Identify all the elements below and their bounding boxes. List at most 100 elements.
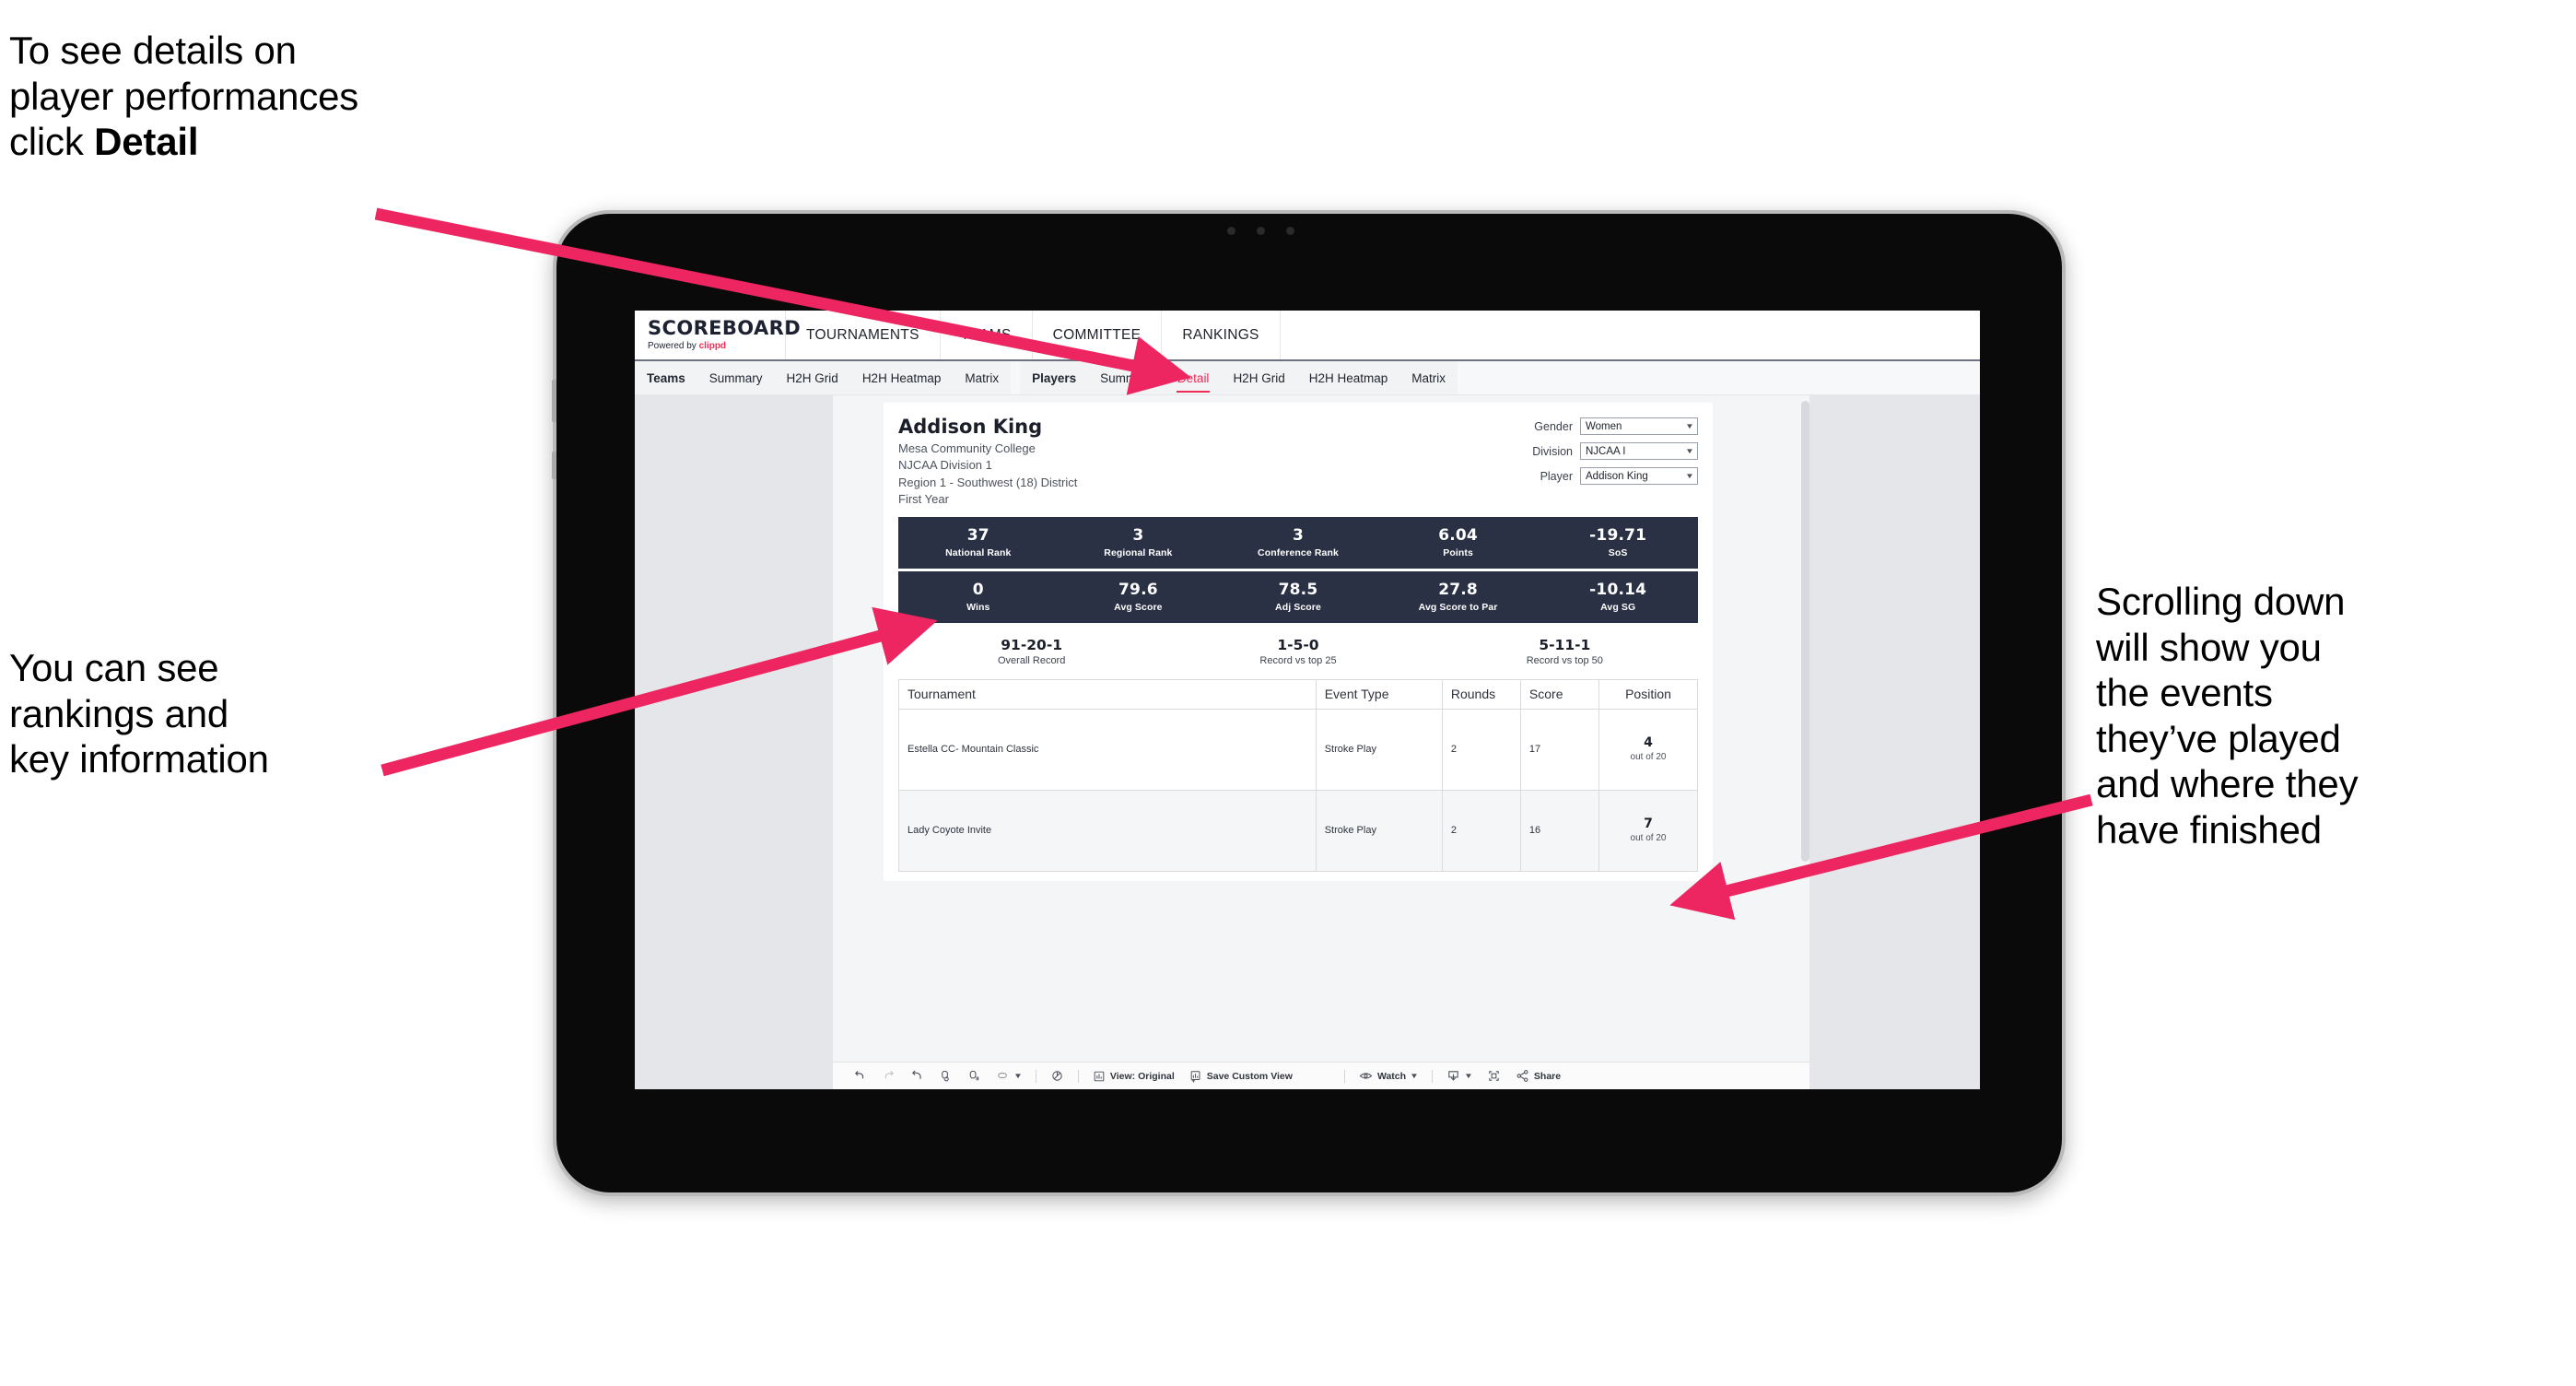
workspace: Addison King Mesa Community College NJCA…	[635, 395, 1980, 1089]
player-school: Mesa Community College	[898, 441, 1036, 455]
tournament-results-table: Tournament Event Type Rounds Score Posit…	[898, 678, 1699, 872]
slide-canvas: To see details on player performances cl…	[0, 0, 2576, 1386]
subnav-item-players-h2h-grid[interactable]: H2H Grid	[1221, 361, 1296, 394]
watch-button[interactable]: Watch ▼	[1352, 1069, 1425, 1083]
records-row: 91-20-1 Overall Record 1-5-0 Record vs t…	[898, 623, 1698, 679]
position-field-size: out of 20	[1630, 833, 1667, 844]
brand-logo[interactable]: SCOREBOARD Powered by clippd	[635, 311, 802, 359]
sub-navigation-bar: Teams Summary H2H Grid H2H Heatmap Matri…	[635, 361, 1980, 395]
record-vs-top-25: 1-5-0 Record vs top 25	[1165, 637, 1431, 666]
filter-gender-label: Gender	[1534, 419, 1573, 433]
stat-value: 27.8	[1438, 580, 1478, 599]
callout-scrolling-line2: will show you	[2096, 625, 2322, 669]
filter-division: Division NJCAA I ▼	[1525, 442, 1698, 460]
record-overall: 91-20-1 Overall Record	[898, 636, 1165, 666]
dashboard-sheet: Addison King Mesa Community College NJCA…	[833, 395, 1809, 1089]
filter-division-value: NJCAA I	[1586, 445, 1626, 457]
brand-clippd: clippd	[698, 341, 727, 351]
column-header-tournament[interactable]: Tournament	[898, 678, 1317, 710]
toolbar-divider	[1343, 1069, 1345, 1083]
stat-adj-score: 78.5 Adj Score	[1218, 581, 1378, 613]
cell-score: 16	[1519, 789, 1599, 872]
refresh-data-icon[interactable]	[931, 1069, 960, 1083]
pause-refresh-icon[interactable]	[1043, 1069, 1071, 1083]
cell-position: 4 out of 20	[1598, 708, 1699, 791]
top-navigation-bar: SCOREBOARD Powered by clippd TOURNAMENTS…	[635, 311, 1980, 361]
table-row[interactable]: Estella CC- Mountain Classic Stroke Play…	[898, 708, 1699, 791]
filter-division-select[interactable]: NJCAA I ▼	[1580, 442, 1698, 460]
filter-player-value: Addison King	[1586, 470, 1648, 482]
stat-conference-rank: 3 Conference Rank	[1218, 527, 1378, 558]
subnav-item-teams-matrix[interactable]: Matrix	[953, 361, 1011, 394]
subnav-item-players-detail[interactable]: Detail	[1165, 361, 1222, 394]
topnav-item-tournaments[interactable]: TOURNAMENTS	[786, 311, 941, 359]
subnav-item-teams[interactable]: Teams	[635, 361, 697, 394]
pause-auto-update-dropdown[interactable]: ▼	[989, 1069, 1029, 1083]
pause-data-icon[interactable]	[960, 1069, 989, 1083]
column-header-rounds[interactable]: Rounds	[1441, 678, 1521, 710]
watch-label: Watch	[1376, 1070, 1407, 1082]
record-label: Record vs top 25	[1259, 654, 1337, 666]
tablet-device: SCOREBOARD Powered by clippd TOURNAMENTS…	[552, 210, 2066, 1196]
stat-label: Wins	[966, 601, 990, 613]
position-field-size: out of 20	[1630, 752, 1667, 763]
subnav-item-players[interactable]: Players	[1020, 361, 1088, 394]
stat-label: Points	[1443, 546, 1473, 558]
topnav-item-teams[interactable]: TEAMS	[941, 311, 1033, 359]
download-button[interactable]: ▼	[1439, 1069, 1480, 1083]
column-header-event-type[interactable]: Event Type	[1315, 678, 1443, 710]
view-original-label: View: Original	[1109, 1070, 1175, 1082]
subnav-item-players-h2h-heatmap[interactable]: H2H Heatmap	[1297, 361, 1400, 394]
stat-label: Conference Rank	[1258, 546, 1339, 558]
subnav-group-players: Players Summary Detail H2H Grid H2H Heat…	[1020, 361, 1458, 394]
filter-panel: Gender Women ▼ Division NJCAA I ▼ Player…	[1525, 416, 1698, 485]
camera-icon	[1227, 227, 1235, 235]
stat-label: National Rank	[945, 546, 1012, 558]
filter-gender: Gender Women ▼	[1525, 417, 1698, 435]
callout-detail: To see details on player performances cl…	[9, 28, 599, 165]
stats-bar-scoring: 0 Wins 79.6 Avg Score 78.5 Adj Score 27.…	[898, 570, 1698, 623]
subnav-item-teams-h2h-heatmap[interactable]: H2H Heatmap	[850, 361, 954, 394]
share-button[interactable]: Share	[1508, 1069, 1568, 1083]
toolbar-divider	[1077, 1069, 1079, 1083]
chevron-down-icon: ▼	[1685, 422, 1694, 430]
cell-position: 7 out of 20	[1598, 789, 1699, 872]
filter-gender-select[interactable]: Women ▼	[1580, 417, 1698, 435]
cell-event-type: Stroke Play	[1315, 708, 1443, 791]
callout-detail-line3-pre: click	[9, 120, 95, 164]
player-division: NJCAA Division 1	[898, 458, 992, 473]
stat-label: SoS	[1608, 546, 1628, 558]
redo-button[interactable]	[874, 1069, 903, 1083]
subnav-item-teams-summary[interactable]: Summary	[697, 361, 775, 394]
stat-value: -19.71	[1589, 525, 1647, 545]
view-original-button[interactable]: View: Original	[1085, 1070, 1182, 1083]
revert-button[interactable]	[903, 1069, 931, 1083]
player-header: Addison King Mesa Community College NJCA…	[898, 416, 1698, 509]
record-label: Record vs top 50	[1526, 654, 1603, 666]
player-year: First Year	[898, 492, 949, 507]
record-value: 5-11-1	[1539, 636, 1591, 653]
vertical-scrollbar[interactable]	[1801, 401, 1809, 862]
topnav-item-committee[interactable]: COMMITTEE	[1033, 311, 1163, 359]
player-region: Region 1 - Southwest (18) District	[898, 475, 1078, 489]
cell-rounds: 2	[1441, 789, 1521, 872]
bottom-toolbar: ▼ View: Original Save Custom View Watch …	[833, 1062, 1809, 1089]
filter-player-select[interactable]: Addison King ▼	[1580, 467, 1698, 485]
undo-button[interactable]	[846, 1069, 874, 1083]
subnav-item-players-summary[interactable]: Summary	[1088, 361, 1165, 394]
record-value: 91-20-1	[1001, 636, 1063, 653]
stat-label: Avg Score	[1114, 601, 1163, 613]
subnav-item-players-matrix[interactable]: Matrix	[1399, 361, 1458, 394]
callout-detail-line3: click Detail	[9, 119, 599, 165]
column-header-position[interactable]: Position	[1598, 678, 1699, 710]
column-header-score[interactable]: Score	[1519, 678, 1599, 710]
callout-detail-line3-bold: Detail	[94, 120, 199, 164]
workspace-right-gutter	[1809, 395, 1980, 1089]
player-identity: Addison King Mesa Community College NJCA…	[898, 416, 1077, 509]
save-custom-view-button[interactable]: Save Custom View	[1182, 1070, 1300, 1083]
brand-name: SCOREBOARD	[648, 317, 802, 339]
table-row[interactable]: Lady Coyote Invite Stroke Play 2 16 7 ou…	[898, 789, 1699, 872]
subnav-item-teams-h2h-grid[interactable]: H2H Grid	[775, 361, 850, 394]
topnav-item-rankings[interactable]: RANKINGS	[1162, 311, 1281, 359]
fullscreen-button[interactable]	[1480, 1069, 1508, 1083]
